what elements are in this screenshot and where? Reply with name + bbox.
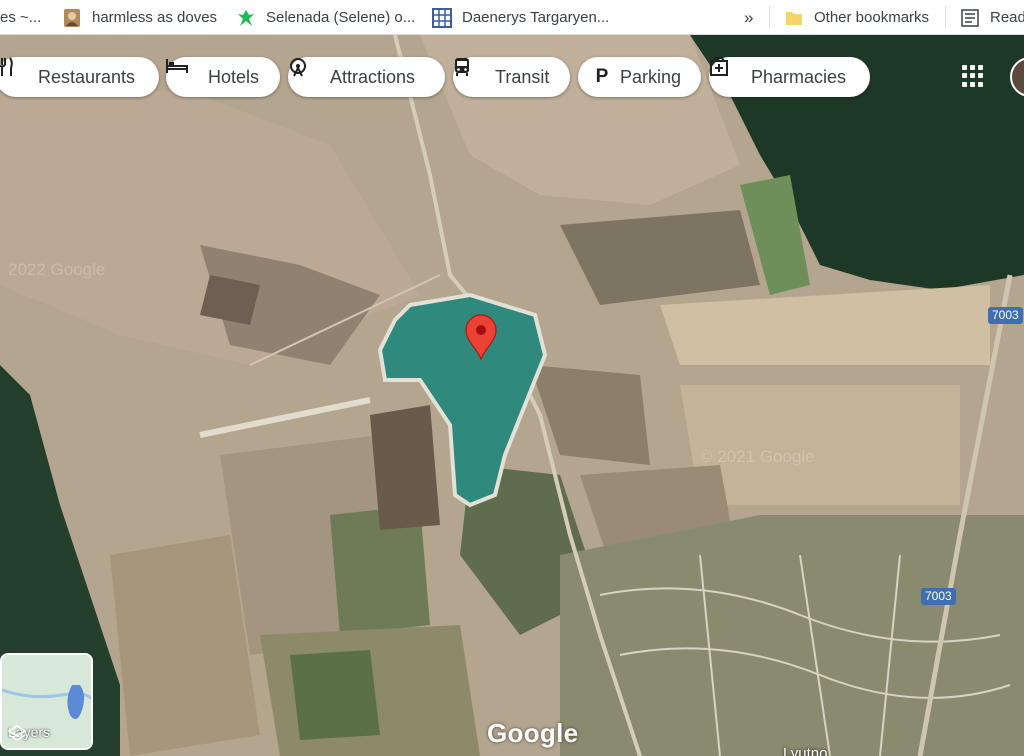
chip-label: Hotels <box>208 66 260 87</box>
chip-label: Restaurants <box>38 66 136 87</box>
green-figure-icon <box>236 8 256 28</box>
fork-knife-icon <box>0 57 30 87</box>
chip-restaurants[interactable]: Restaurants <box>0 57 159 97</box>
satellite-imagery <box>0 35 1024 756</box>
bus-icon <box>455 58 487 87</box>
map-watermark: 2022 Google <box>8 260 106 279</box>
road-shield: 7003 <box>988 307 1023 324</box>
chip-label: Parking <box>620 66 682 87</box>
chip-transit[interactable]: Transit <box>453 57 570 97</box>
chip-hotels[interactable]: Hotels <box>166 57 280 97</box>
bookmark-label: harmless as doves <box>92 9 218 26</box>
chip-label: Transit <box>495 66 550 87</box>
reading-list-button[interactable]: Read <box>960 0 1024 34</box>
folder-icon <box>784 8 804 28</box>
bookmark-item[interactable]: harmless as doves <box>62 0 218 34</box>
google-logo: Google <box>487 718 579 748</box>
bookmarks-bar: es ~... harmless as doves Selenada (Sele… <box>0 0 1024 35</box>
place-label: Lyutno <box>783 745 828 756</box>
bookmark-divider <box>769 6 770 28</box>
google-apps-icon[interactable] <box>962 65 984 87</box>
chip-pharmacies[interactable]: Pharmacies <box>709 57 870 97</box>
satellite-map[interactable]: Restaurants Hotels Attractions Transit P… <box>0 35 1024 756</box>
parking-icon: P <box>595 66 609 87</box>
bookmark-item[interactable]: Daenerys Targaryen... <box>432 0 610 34</box>
bookmark-item[interactable]: Selenada (Selene) o... <box>236 0 416 34</box>
layers-label-wrap: Layers <box>8 724 50 741</box>
grid-icon <box>432 7 452 28</box>
bookmark-label: Read <box>990 9 1024 26</box>
portrait-icon <box>62 8 82 28</box>
chip-label: Attractions <box>330 66 416 87</box>
bed-icon <box>166 59 200 87</box>
location-pin-icon[interactable] <box>464 314 498 360</box>
chip-label: Pharmacies <box>751 66 847 87</box>
bookmark-label: Daenerys Targaryen... <box>462 9 610 26</box>
reading-list-icon <box>960 8 980 28</box>
layers-icon <box>8 725 26 741</box>
ferris-wheel-icon <box>290 58 322 87</box>
chip-parking[interactable]: P Parking <box>578 57 701 97</box>
map-watermark: © 2021 Google <box>700 447 815 466</box>
bookmark-label: Other bookmarks <box>814 9 930 26</box>
bookmark-item[interactable]: es ~... <box>0 0 42 34</box>
bookmark-divider <box>945 6 946 28</box>
layers-button[interactable]: Layers <box>0 653 93 750</box>
bookmark-label: Selenada (Selene) o... <box>266 9 416 26</box>
pharmacy-icon <box>710 57 743 87</box>
bookmark-label: » <box>744 7 754 27</box>
road-shield: 7003 <box>921 588 956 605</box>
other-bookmarks-button[interactable]: Other bookmarks <box>784 0 930 34</box>
bookmark-label: es ~... <box>0 9 42 26</box>
more-bookmarks-button[interactable]: » <box>744 0 754 34</box>
chip-attractions[interactable]: Attractions <box>288 57 445 97</box>
